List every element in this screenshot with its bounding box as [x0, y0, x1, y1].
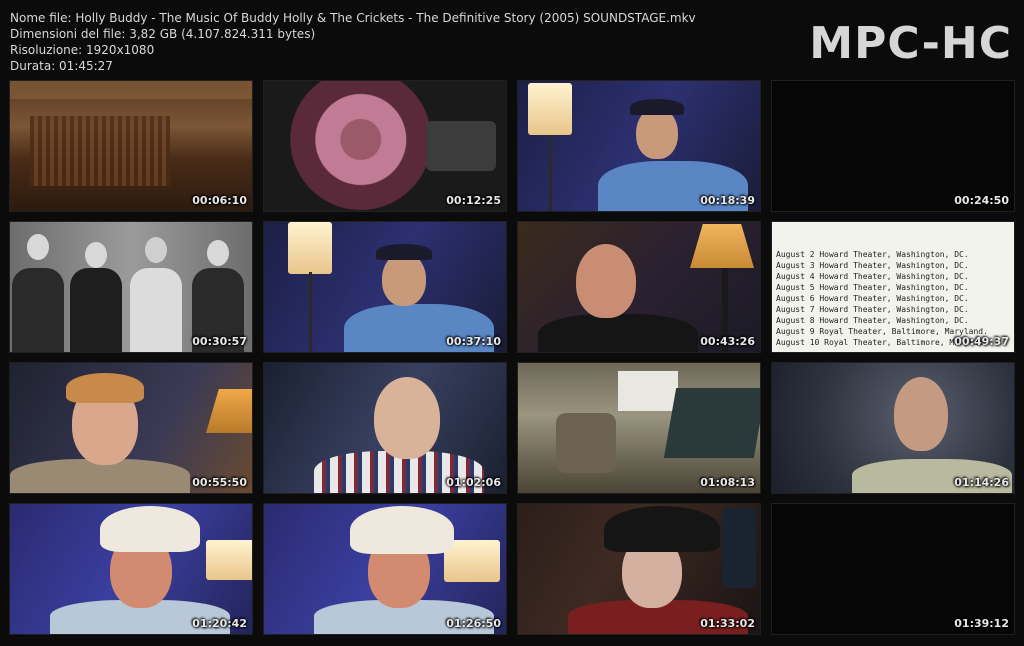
- timestamp: 00:37:10: [446, 335, 501, 348]
- thumbnail: 01:39:12: [772, 504, 1014, 634]
- interview-image: [264, 222, 506, 352]
- interview-image: [264, 504, 506, 634]
- timestamp: 00:30:57: [192, 335, 247, 348]
- interview-image: [518, 81, 760, 211]
- duration: Durata: 01:45:27: [10, 59, 113, 73]
- file-size: Dimensioni del file: 3,82 GB (4.107.824.…: [10, 27, 316, 41]
- thumbnail: 01:20:42: [10, 504, 252, 634]
- file-name: Nome file: Holly Buddy - The Music Of Bu…: [10, 11, 696, 25]
- thumbnail: 00:37:10: [264, 222, 506, 352]
- schedule-document-image: August 2 Howard Theater, Washington, DC.…: [772, 222, 1014, 352]
- resolution: Risoluzione: 1920x1080: [10, 43, 155, 57]
- interview-image: [772, 363, 1014, 493]
- mpc-hc-logo: MPC-HC: [809, 18, 1012, 69]
- document-line: August 2 Howard Theater, Washington, DC.: [776, 250, 969, 259]
- timestamp: 00:24:50: [954, 194, 1009, 207]
- thumbnail: 00:55:50: [10, 363, 252, 493]
- thumbnail: 00:12:25: [264, 81, 506, 211]
- timestamp: 00:12:25: [446, 194, 501, 207]
- timestamp: 01:26:50: [446, 617, 501, 630]
- timestamp: 01:02:06: [446, 476, 501, 489]
- interview-image: [10, 363, 252, 493]
- black-frame-image: [772, 81, 1014, 211]
- timestamp: 00:18:39: [700, 194, 755, 207]
- thumbnail: 01:08:13: [518, 363, 760, 493]
- document-line: August 4 Howard Theater, Washington, DC.: [776, 272, 969, 281]
- document-line: August 7 Howard Theater, Washington, DC.: [776, 305, 969, 314]
- black-frame-image: [772, 504, 1014, 634]
- timestamp: 01:08:13: [700, 476, 755, 489]
- interview-image: [264, 363, 506, 493]
- record-image: [264, 81, 506, 211]
- timestamp: 01:33:02: [700, 617, 755, 630]
- interview-image: [10, 504, 252, 634]
- document-line: August 6 Howard Theater, Washington, DC.: [776, 294, 969, 303]
- thumbnail: 00:18:39: [518, 81, 760, 211]
- document-line: August 5 Howard Theater, Washington, DC.: [776, 283, 969, 292]
- thumbnail: 00:30:57: [10, 222, 252, 352]
- thumbnail: 00:43:26: [518, 222, 760, 352]
- timestamp: 00:55:50: [192, 476, 247, 489]
- timestamp: 00:49:37: [954, 335, 1009, 348]
- document-line: August 8 Howard Theater, Washington, DC.: [776, 316, 969, 325]
- timestamp: 01:39:12: [954, 617, 1009, 630]
- band-photo-image: [10, 222, 252, 352]
- timestamp: 00:43:26: [700, 335, 755, 348]
- theater-image: [10, 81, 252, 211]
- thumbnail: 00:24:50: [772, 81, 1014, 211]
- thumbnail: 01:33:02: [518, 504, 760, 634]
- studio-image: [518, 363, 760, 493]
- thumbnail-grid: 00:06:10 00:12:25 00:18:39 00:24:50 00:3…: [10, 81, 1014, 634]
- timestamp: 01:20:42: [192, 617, 247, 630]
- thumbnail: 01:14:26: [772, 363, 1014, 493]
- thumbnail: August 2 Howard Theater, Washington, DC.…: [772, 222, 1014, 352]
- thumbnail: 01:02:06: [264, 363, 506, 493]
- file-info-panel: Nome file: Holly Buddy - The Music Of Bu…: [10, 10, 696, 74]
- thumbnail: 01:26:50: [264, 504, 506, 634]
- timestamp: 01:14:26: [954, 476, 1009, 489]
- thumbnail: 00:06:10: [10, 81, 252, 211]
- interview-image: [518, 504, 760, 634]
- interview-image: [518, 222, 760, 352]
- document-line: August 3 Howard Theater, Washington, DC.: [776, 261, 969, 270]
- timestamp: 00:06:10: [192, 194, 247, 207]
